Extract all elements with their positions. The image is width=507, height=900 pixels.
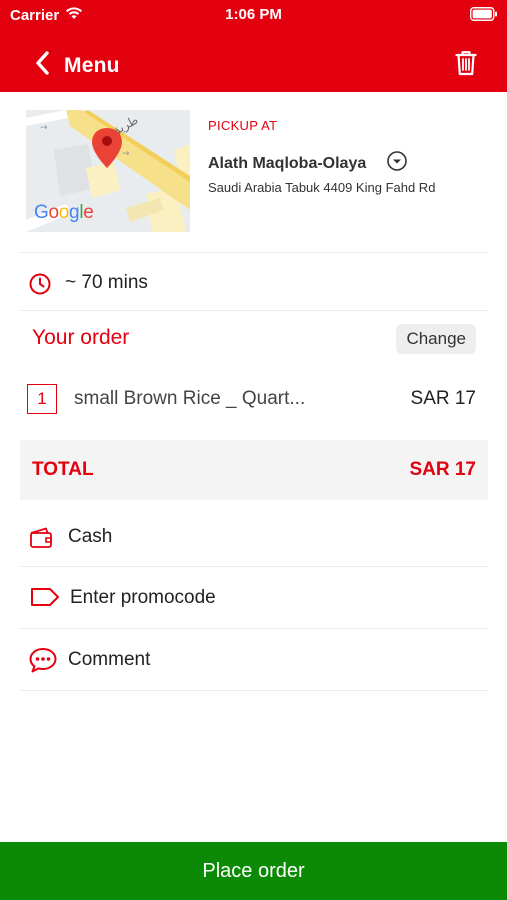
divider: [20, 628, 487, 629]
navigation-bar: Menu: [0, 42, 507, 88]
svg-text:→: →: [40, 123, 48, 133]
status-time: 1:06 PM: [225, 6, 282, 23]
google-logo: Google: [34, 202, 94, 223]
divider: [20, 252, 487, 253]
eta-text: ~ 70 mins: [65, 272, 148, 293]
status-bar: Carrier 1:06 PM: [0, 0, 507, 30]
order-item[interactable]: 1 small Brown Rice _ Quart... SAR 17: [0, 380, 507, 420]
change-order-button[interactable]: Change: [396, 324, 476, 354]
promocode-row[interactable]: Enter promocode: [0, 578, 507, 618]
order-section-title: Your order: [32, 326, 130, 349]
clock-icon: [28, 272, 52, 296]
divider: [20, 690, 487, 691]
svg-text:→: →: [122, 149, 130, 159]
delete-button[interactable]: [455, 50, 477, 81]
total-row: TOTAL SAR 17: [20, 440, 488, 500]
map-thumbnail[interactable]: → → طريق Google: [26, 110, 190, 232]
chevron-down-circle-icon: [386, 150, 408, 177]
comment-row[interactable]: Comment: [0, 640, 507, 680]
eta-row: ~ 70 mins: [0, 264, 507, 304]
back-button[interactable]: Menu: [34, 50, 120, 81]
wallet-icon: [28, 526, 54, 550]
restaurant-address: Saudi Arabia Tabuk 4409 King Fahd Rd: [208, 180, 436, 195]
pickup-section: → → طريق Google PICKUP AT Alath Maqloba-…: [0, 92, 507, 252]
chevron-left-icon: [34, 50, 50, 81]
divider: [20, 566, 487, 567]
restaurant-name: Alath Maqloba-Olaya: [208, 154, 367, 172]
trash-icon: [455, 51, 477, 80]
comment-label: Comment: [68, 649, 151, 670]
header-bar: Carrier 1:06 PM Menu: [0, 0, 507, 92]
tag-icon: [30, 586, 60, 608]
promocode-label: Enter promocode: [70, 587, 216, 608]
pickup-label: PICKUP AT: [208, 118, 278, 133]
payment-method-label: Cash: [68, 526, 113, 547]
total-label: TOTAL: [32, 459, 94, 480]
item-name: small Brown Rice _ Quart...: [74, 388, 306, 409]
place-order-button[interactable]: Place order: [0, 842, 507, 900]
back-label: Menu: [64, 53, 120, 77]
restaurant-selector[interactable]: Alath Maqloba-Olaya: [208, 150, 408, 177]
battery-icon: [470, 7, 498, 25]
divider: [20, 310, 487, 311]
item-quantity: 1: [27, 384, 57, 414]
comment-icon: [28, 646, 58, 674]
total-value: SAR 17: [409, 459, 476, 480]
item-price: SAR 17: [410, 388, 476, 409]
payment-method-row[interactable]: Cash: [0, 518, 507, 558]
